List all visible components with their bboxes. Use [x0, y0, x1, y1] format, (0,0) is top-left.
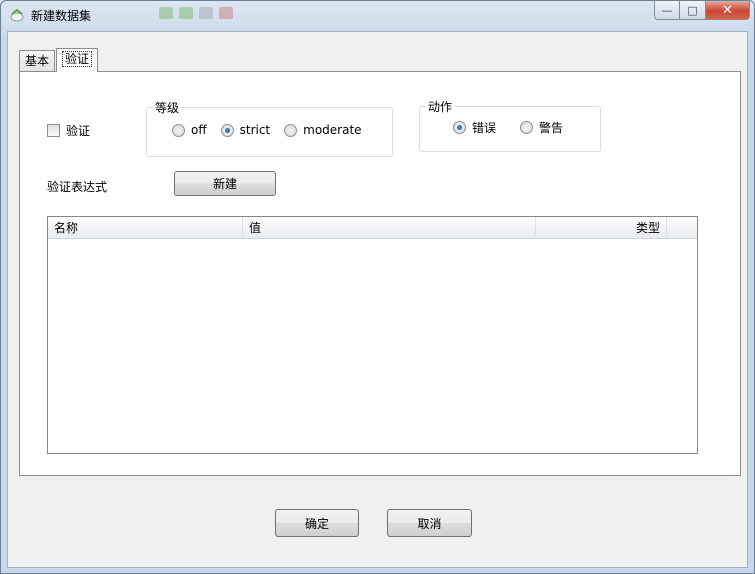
- window-title: 新建数据集: [31, 9, 92, 23]
- level-moderate-radio[interactable]: moderate: [284, 123, 362, 137]
- ok-button[interactable]: 确定: [275, 509, 359, 537]
- minimize-button[interactable]: —: [654, 1, 680, 20]
- radio-button-selected[interactable]: [220, 123, 234, 137]
- validation-expression-label: 验证表达式: [47, 180, 108, 194]
- title-bar[interactable]: 新建数据集 — □ ✕: [1, 1, 754, 31]
- level-group: 等级 off strict moderate: [146, 99, 393, 157]
- validation-checkbox[interactable]: 验证: [47, 122, 90, 139]
- validation-tab-panel: 验证 等级 off strict moderate 动作 错误 警告 验证表达式…: [19, 71, 741, 476]
- action-warning-radio[interactable]: 警告: [520, 119, 563, 136]
- action-error-radio[interactable]: 错误: [453, 119, 496, 136]
- dialog-window: 新建数据集 — □ ✕ 基本 验证 验证 等级 off strict moder…: [0, 0, 755, 574]
- level-strict-radio[interactable]: strict: [220, 123, 271, 137]
- column-header-type[interactable]: 类型: [536, 217, 667, 239]
- list-header: 名称 值 类型: [48, 217, 697, 239]
- radio-button[interactable]: [284, 123, 298, 137]
- radio-label: moderate: [303, 123, 362, 137]
- radio-label: 错误: [472, 120, 497, 135]
- tab-basic[interactable]: 基本: [19, 50, 56, 71]
- radio-button[interactable]: [520, 120, 534, 134]
- radio-label: strict: [239, 123, 271, 137]
- close-button[interactable]: ✕: [706, 1, 750, 20]
- checkbox-box[interactable]: [47, 124, 60, 137]
- tab-validation-label: 验证: [62, 51, 93, 67]
- radio-label: 警告: [539, 120, 564, 135]
- column-header-name[interactable]: 名称: [48, 217, 243, 239]
- column-header-value[interactable]: 值: [243, 217, 536, 239]
- cancel-button[interactable]: 取消: [387, 509, 472, 537]
- radio-button[interactable]: [172, 123, 185, 137]
- action-group: 动作 错误 警告: [419, 98, 601, 152]
- expression-list[interactable]: 名称 值 类型: [47, 216, 698, 454]
- tab-validation[interactable]: 验证: [56, 48, 99, 72]
- maximize-button[interactable]: □: [680, 1, 706, 20]
- new-expression-button[interactable]: 新建: [174, 171, 276, 196]
- level-group-legend: 等级: [155, 101, 180, 115]
- level-off-radio[interactable]: off: [172, 123, 207, 137]
- dialog-client-area: 基本 验证 验证 等级 off strict moderate 动作 错误 警告…: [7, 31, 748, 568]
- column-header-filler: [667, 217, 697, 239]
- radio-label: off: [191, 123, 207, 137]
- radio-button-selected[interactable]: [453, 120, 466, 134]
- faded-toolbar-icons: [159, 7, 243, 21]
- validation-checkbox-label: 验证: [66, 124, 91, 138]
- window-controls: — □ ✕: [654, 1, 750, 21]
- dataset-icon: [10, 8, 24, 22]
- action-group-legend: 动作: [428, 100, 453, 114]
